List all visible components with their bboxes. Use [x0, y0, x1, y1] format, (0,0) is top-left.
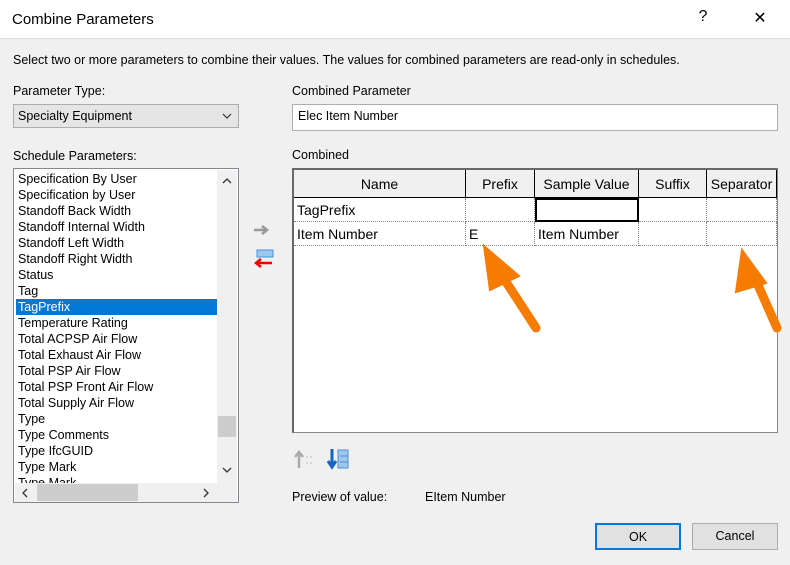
- move-up-icon: [294, 449, 314, 468]
- scrollbar-thumb[interactable]: [218, 416, 236, 437]
- list-item[interactable]: Type IfcGUID: [16, 443, 217, 459]
- move-down-button[interactable]: [326, 448, 351, 473]
- instruction-text: Select two or more parameters to combine…: [13, 53, 680, 67]
- remove-parameter-button[interactable]: [253, 249, 274, 272]
- move-down-icon: [326, 449, 349, 470]
- title-bar: Combine Parameters ? ✕: [0, 0, 790, 39]
- arrow-right-icon: [254, 225, 270, 235]
- list-item[interactable]: Status: [16, 267, 217, 283]
- remove-arrow-left-icon: [253, 249, 274, 268]
- grid-cell[interactable]: [535, 198, 639, 222]
- list-item[interactable]: TagPrefix: [16, 299, 217, 315]
- add-parameter-button[interactable]: [253, 224, 271, 239]
- grid-cell[interactable]: TagPrefix: [294, 198, 466, 222]
- vertical-scrollbar[interactable]: [217, 170, 237, 483]
- list-item[interactable]: Total Supply Air Flow: [16, 395, 217, 411]
- combined-parameter-label: Combined Parameter: [292, 84, 411, 98]
- grid-cell[interactable]: [639, 222, 707, 246]
- list-item[interactable]: Standoff Left Width: [16, 235, 217, 251]
- combined-grid[interactable]: Name Prefix Sample Value Suffix Separator Tag…: [292, 168, 778, 433]
- scroll-up-icon[interactable]: [222, 177, 232, 184]
- column-header[interactable]: Prefix: [466, 170, 535, 198]
- list-item[interactable]: Standoff Right Width: [16, 251, 217, 267]
- column-header[interactable]: Name: [294, 170, 466, 198]
- column-header[interactable]: Separator: [707, 170, 777, 198]
- close-button[interactable]: ✕: [745, 8, 775, 28]
- grid-cell[interactable]: E: [466, 222, 535, 246]
- h-scrollbar-thumb[interactable]: [37, 484, 138, 501]
- combined-label: Combined: [292, 148, 349, 162]
- schedule-parameters-label: Schedule Parameters:: [13, 149, 137, 163]
- list-item[interactable]: Specification By User: [16, 171, 217, 187]
- horizontal-scrollbar[interactable]: [15, 483, 217, 502]
- parameter-type-label: Parameter Type:: [13, 84, 106, 98]
- help-button[interactable]: ?: [688, 8, 718, 26]
- grid-cell[interactable]: [707, 198, 777, 222]
- list-item[interactable]: Type: [16, 411, 217, 427]
- scroll-corner: [217, 483, 237, 502]
- list-item[interactable]: Standoff Internal Width: [16, 219, 217, 235]
- column-header[interactable]: Suffix: [639, 170, 707, 198]
- list-item[interactable]: Temperature Rating: [16, 315, 217, 331]
- cancel-button[interactable]: Cancel: [692, 523, 778, 550]
- list-item[interactable]: Total PSP Air Flow: [16, 363, 217, 379]
- column-header[interactable]: Sample Value: [535, 170, 639, 198]
- move-up-button[interactable]: [294, 449, 316, 472]
- grid-cell[interactable]: [639, 198, 707, 222]
- ok-button[interactable]: OK: [595, 523, 681, 550]
- list-item[interactable]: Type Comments: [16, 427, 217, 443]
- combined-parameter-input[interactable]: Elec Item Number: [292, 104, 778, 131]
- scroll-down-icon[interactable]: [222, 467, 232, 474]
- chevron-down-icon: [222, 113, 232, 119]
- grid-cell[interactable]: [466, 198, 535, 222]
- parameter-type-value: Specialty Equipment: [18, 109, 132, 123]
- scroll-left-icon[interactable]: [21, 488, 28, 498]
- grid-cell[interactable]: Item Number: [535, 222, 639, 246]
- combined-parameter-value: Elec Item Number: [298, 109, 399, 123]
- grid-cell[interactable]: [707, 222, 777, 246]
- list-item[interactable]: Total ACPSP Air Flow: [16, 331, 217, 347]
- window-title: Combine Parameters: [12, 11, 154, 28]
- grid-cell[interactable]: Item Number: [294, 222, 466, 246]
- list-item[interactable]: Type Mark: [16, 459, 217, 475]
- list-item[interactable]: Tag: [16, 283, 217, 299]
- list-item[interactable]: Total Exhaust Air Flow: [16, 347, 217, 363]
- list-item[interactable]: Total PSP Front Air Flow: [16, 379, 217, 395]
- scroll-right-icon[interactable]: [203, 488, 210, 498]
- preview-label: Preview of value:: [292, 490, 388, 504]
- schedule-parameters-list[interactable]: Type MarkType MarkType IfcGUIDType Comme…: [13, 168, 239, 503]
- list-item[interactable]: Specification by User: [16, 187, 217, 203]
- list-item[interactable]: Standoff Back Width: [16, 203, 217, 219]
- preview-value: EItem Number: [425, 490, 506, 504]
- parameter-type-dropdown[interactable]: Specialty Equipment: [13, 104, 239, 128]
